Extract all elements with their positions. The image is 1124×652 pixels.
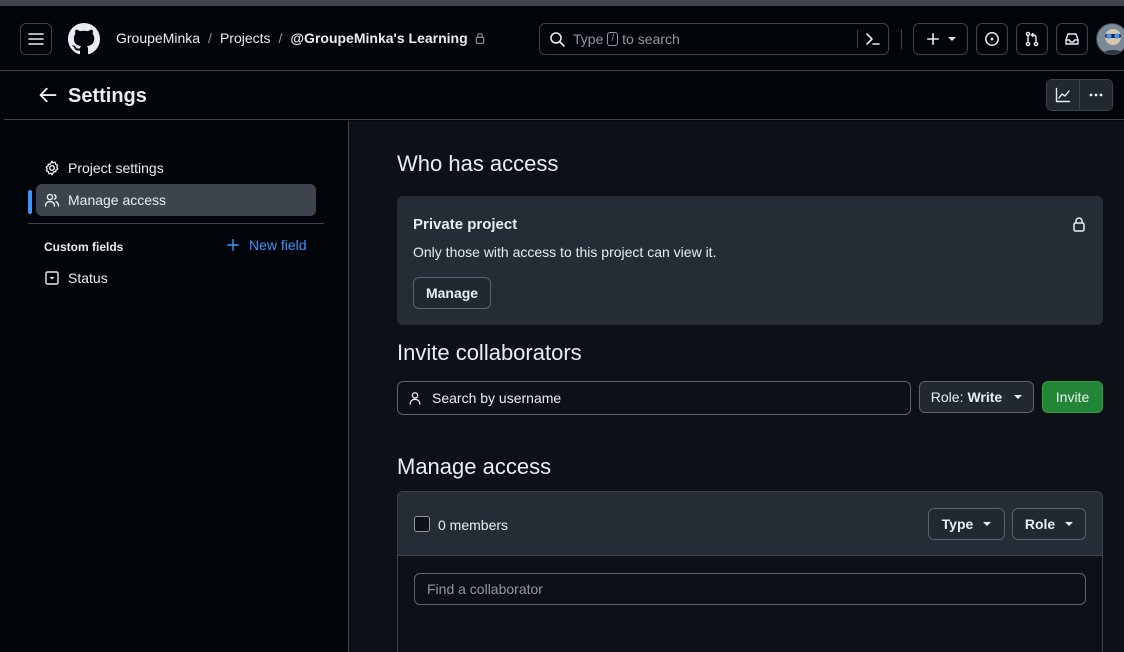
- pull-requests-button[interactable]: [1016, 23, 1048, 55]
- search-divider: [857, 30, 858, 48]
- role-value: Write: [967, 389, 1003, 405]
- plus-icon: [227, 239, 239, 251]
- search-shortcut-key: /: [607, 32, 619, 46]
- sidebar-divider: [28, 223, 324, 224]
- invite-button[interactable]: Invite: [1042, 381, 1103, 413]
- chevron-down-icon: [983, 522, 992, 526]
- issues-button[interactable]: [976, 23, 1008, 55]
- search-placeholder-suffix: to search: [622, 31, 680, 47]
- breadcrumb-projects[interactable]: Projects: [220, 30, 271, 46]
- settings-header: Settings: [4, 71, 1124, 120]
- breadcrumb-separator: /: [208, 30, 212, 46]
- new-field-label: New field: [249, 237, 307, 253]
- members-count: 0 members: [438, 517, 509, 533]
- hamburger-icon: [28, 33, 44, 45]
- inbox-button[interactable]: [1056, 23, 1088, 55]
- who-has-access-heading: Who has access: [397, 151, 559, 176]
- search-icon: [550, 32, 565, 47]
- sidebar-item-label: Manage access: [68, 192, 167, 208]
- role-filter-label: Role: [1024, 516, 1056, 532]
- find-collaborator-placeholder: Find a collaborator: [427, 581, 543, 597]
- collaborators-panel-header: 0 members Type Role: [398, 492, 1102, 556]
- person-icon: [409, 392, 421, 405]
- invite-username-placeholder: Search by username: [432, 390, 562, 406]
- people-icon: [44, 193, 60, 207]
- chevron-down-icon: [1065, 522, 1074, 526]
- sidebar-item-label: Project settings: [68, 160, 164, 176]
- select-all-checkbox[interactable]: [414, 516, 430, 532]
- main-content: Who has access Private project Only thos…: [349, 121, 1124, 652]
- manage-access-heading: Manage access: [397, 454, 552, 479]
- header-divider: [901, 29, 902, 49]
- inbox-icon: [1065, 33, 1079, 45]
- graph-icon: [1055, 87, 1071, 103]
- private-project-card: Private project Only those with access t…: [397, 196, 1103, 325]
- private-project-title: Private project: [413, 216, 518, 233]
- invite-username-input[interactable]: Search by username: [397, 381, 911, 415]
- role-select-button[interactable]: Role: Write: [919, 381, 1034, 413]
- gear-icon: [45, 160, 59, 176]
- global-header: GroupeMinka / Projects / @GroupeMinka's …: [0, 6, 1124, 71]
- avatar[interactable]: [1096, 23, 1124, 55]
- type-filter-label: Type: [941, 516, 974, 532]
- search-input[interactable]: Type / to search: [539, 23, 889, 55]
- page-title: Settings: [68, 85, 147, 107]
- lock-icon: [475, 32, 484, 44]
- insights-button[interactable]: [1047, 80, 1080, 110]
- collaborators-panel: 0 members Type Role Find a collaborator: [397, 491, 1103, 652]
- sidebar-item-project-settings[interactable]: Project settings: [36, 152, 316, 184]
- role-filter-button[interactable]: Role: [1012, 508, 1086, 540]
- command-palette-icon[interactable]: [865, 31, 881, 47]
- pull-request-icon: [1025, 31, 1039, 47]
- plus-icon: [926, 32, 939, 46]
- create-new-button[interactable]: [913, 23, 968, 55]
- lock-icon: [1073, 217, 1085, 232]
- sidebar-item-manage-access[interactable]: Manage access: [36, 184, 316, 216]
- new-field-button[interactable]: New field: [226, 237, 307, 253]
- custom-fields-heading: Custom fields: [44, 240, 124, 254]
- settings-sidebar: Project settings Manage access Custom fi…: [4, 121, 349, 652]
- github-logo-icon[interactable]: [68, 23, 100, 55]
- kebab-horizontal-icon: [1089, 93, 1103, 97]
- search-placeholder-prefix: Type: [573, 31, 604, 47]
- chevron-down-icon: [1014, 395, 1023, 399]
- invite-collaborators-heading: Invite collaborators: [397, 340, 582, 365]
- private-project-description: Only those with access to this project c…: [413, 244, 717, 260]
- header-actions: [1046, 79, 1113, 111]
- more-options-button[interactable]: [1080, 80, 1112, 110]
- sidebar-item-label: Status: [68, 270, 108, 286]
- chevron-down-icon: [947, 37, 956, 41]
- breadcrumb-separator: /: [278, 30, 283, 46]
- role-prefix: Role:: [930, 389, 964, 405]
- breadcrumb-project[interactable]: @GroupeMinka's Learning: [290, 30, 467, 46]
- breadcrumb-org[interactable]: GroupeMinka: [116, 30, 200, 46]
- menu-button[interactable]: [20, 23, 52, 55]
- active-indicator: [28, 190, 32, 214]
- arrow-left-icon[interactable]: [38, 85, 58, 105]
- manage-visibility-button[interactable]: Manage: [413, 277, 491, 309]
- find-collaborator-input[interactable]: Find a collaborator: [414, 573, 1086, 605]
- breadcrumb: GroupeMinka / Projects / @GroupeMinka's …: [116, 30, 486, 46]
- issue-icon: [985, 32, 999, 46]
- type-filter-button[interactable]: Type: [928, 508, 1005, 540]
- sidebar-item-status[interactable]: Status: [36, 262, 316, 294]
- single-select-icon: [45, 271, 59, 285]
